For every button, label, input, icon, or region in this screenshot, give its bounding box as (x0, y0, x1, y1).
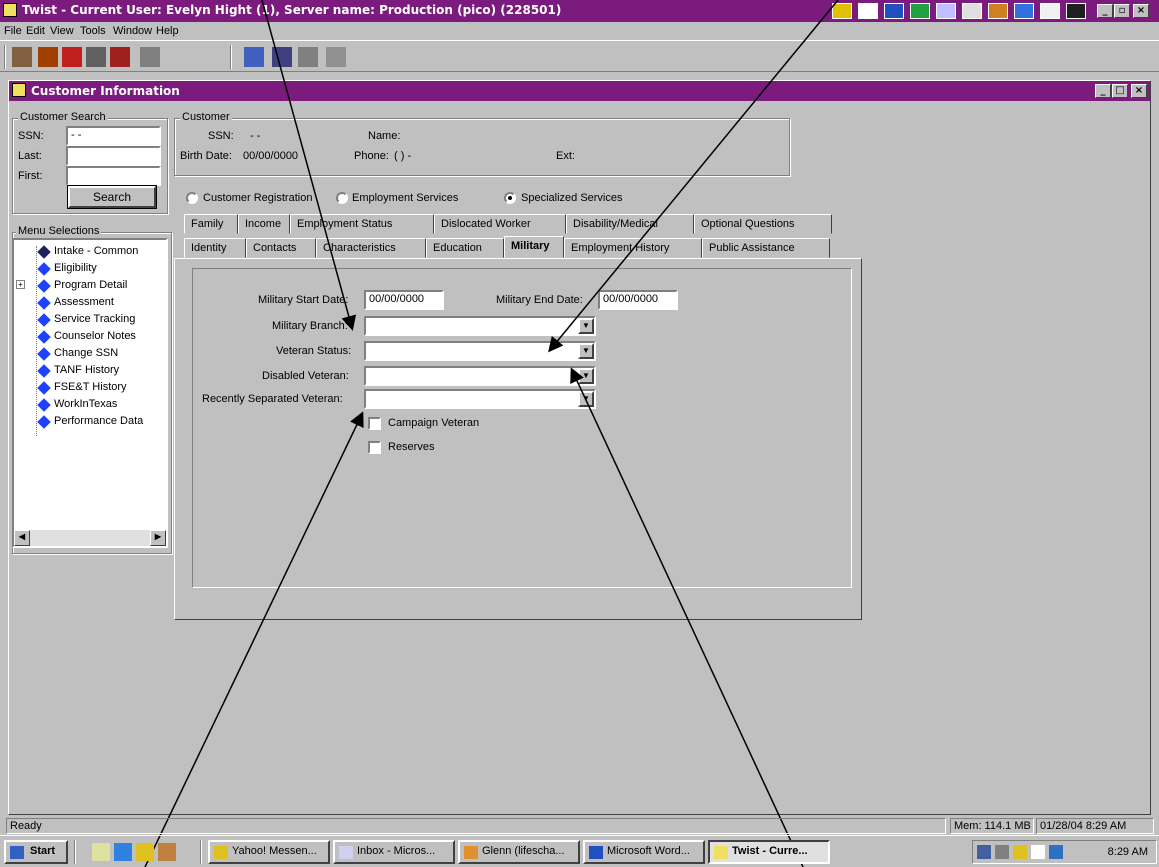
task-label: Glenn (lifescha... (482, 845, 565, 857)
status-memory: Mem: 114.1 MB (950, 818, 1034, 834)
taskbar: Start Yahoo! Messen... Inbox - Micros...… (0, 835, 1159, 867)
taskbar-separator (74, 840, 76, 864)
yahoo-icon (214, 846, 228, 859)
task-label: Twist - Curre... (732, 845, 808, 857)
system-tray: 8:29 AM (972, 840, 1157, 864)
clock: 8:29 AM (1107, 846, 1148, 858)
task-twist[interactable]: Twist - Curre... (708, 840, 830, 864)
yahoo-tray-icon[interactable] (1013, 845, 1027, 859)
yahoo-messenger-quicklaunch-icon[interactable] (136, 843, 154, 861)
taskbar-separator (200, 840, 202, 864)
word-icon (589, 846, 603, 859)
windows-logo-icon (10, 846, 24, 859)
task-yahoo-messenger[interactable]: Yahoo! Messen... (208, 840, 330, 864)
internet-explorer-quicklaunch-icon[interactable] (114, 843, 132, 861)
outlook-quicklaunch-icon[interactable] (92, 843, 110, 861)
inbox-icon (339, 846, 353, 859)
hand-quicklaunch-icon[interactable] (158, 843, 176, 861)
start-button[interactable]: Start (4, 840, 68, 864)
annotation-arrows (144, 0, 839, 867)
volume-icon[interactable] (995, 845, 1009, 859)
twist-icon (714, 846, 728, 859)
task-label: Inbox - Micros... (357, 845, 436, 857)
status-datetime: 01/28/04 8:29 AM (1036, 818, 1154, 834)
arrow-to-disabled-veteran (570, 367, 804, 867)
arrow-to-veteran-status (548, 0, 839, 353)
messenger-tray-icon[interactable] (1049, 845, 1063, 859)
mail-tray-icon[interactable] (1031, 845, 1045, 859)
task-label: Yahoo! Messen... (232, 845, 317, 857)
status-text: Ready (6, 818, 946, 834)
status-bar: Ready Mem: 114.1 MB 01/28/04 8:29 AM (0, 817, 1159, 835)
task-label: Microsoft Word... (607, 845, 690, 857)
task-glenn[interactable]: Glenn (lifescha... (458, 840, 580, 864)
task-inbox[interactable]: Inbox - Micros... (333, 840, 455, 864)
browser-icon (464, 846, 478, 859)
arrow-to-campaign-veteran (144, 411, 364, 867)
arrow-to-military-branch (261, 0, 357, 331)
task-microsoft-word[interactable]: Microsoft Word... (583, 840, 705, 864)
network-tray-icon[interactable] (977, 845, 991, 859)
start-label: Start (30, 845, 56, 857)
